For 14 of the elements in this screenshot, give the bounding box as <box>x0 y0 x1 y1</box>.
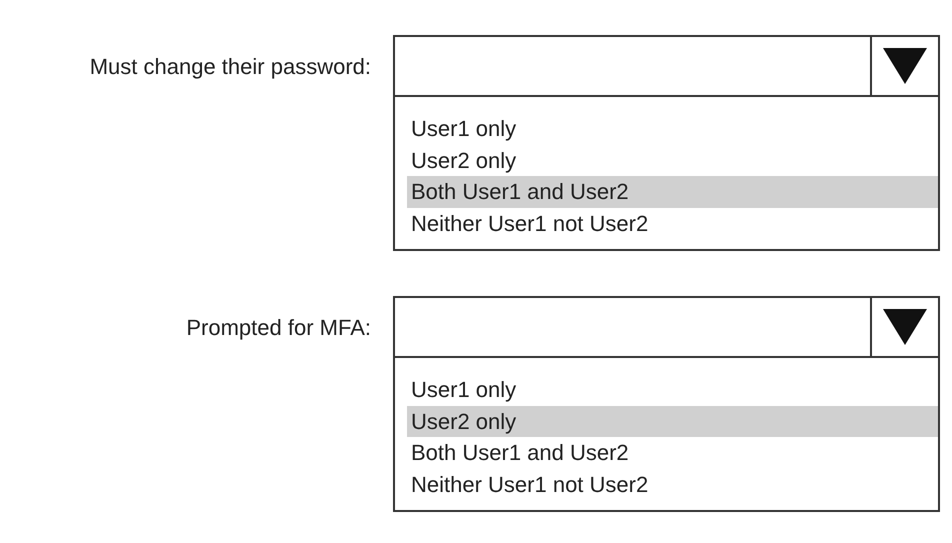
dropdown-option[interactable]: Both User1 and User2 <box>407 437 938 468</box>
dropdown-arrow-icon[interactable] <box>883 48 927 84</box>
dropdown-option[interactable]: User2 only <box>407 144 938 176</box>
dropdown-field[interactable] <box>393 35 940 97</box>
dropdown-option[interactable]: Neither User1 not User2 <box>407 468 938 500</box>
dropdown-option[interactable]: Neither User1 not User2 <box>407 208 938 239</box>
dropdown-option[interactable]: Both User1 and User2 <box>407 176 938 208</box>
field-label: Prompted for MFA: <box>186 314 371 342</box>
dropdown-option[interactable]: User1 only <box>407 113 938 144</box>
field-label: Must change their password: <box>90 52 371 81</box>
dropdown-field[interactable] <box>393 296 940 358</box>
dropdown-option[interactable]: User1 only <box>407 374 938 406</box>
dropdown-arrow-icon[interactable] <box>883 309 927 345</box>
dropdown-option[interactable]: User2 only <box>407 406 938 437</box>
